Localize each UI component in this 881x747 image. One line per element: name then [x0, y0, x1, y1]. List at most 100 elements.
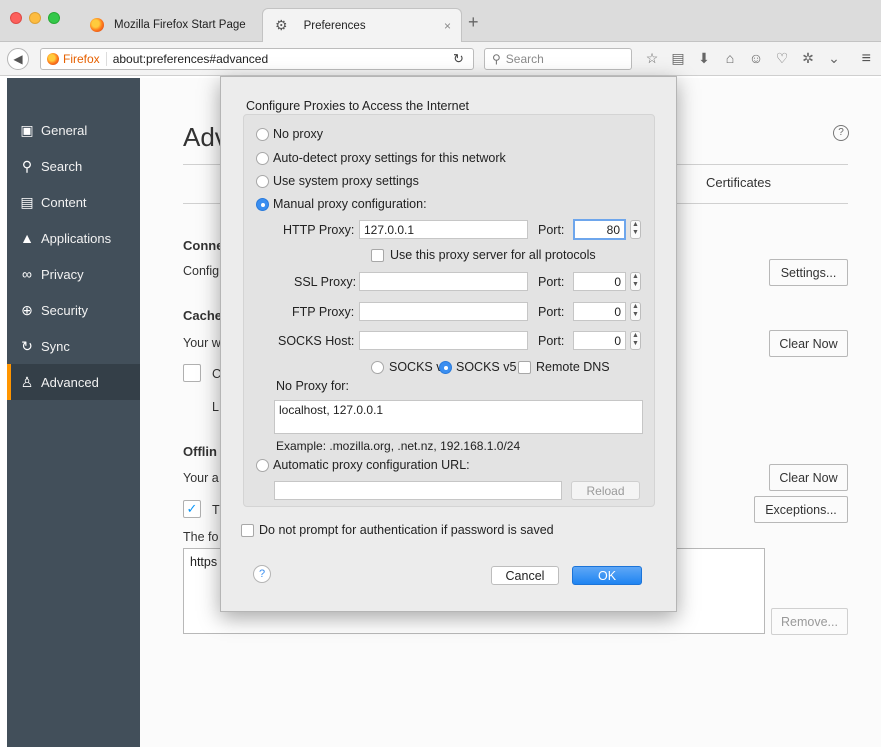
help-icon[interactable]: ? — [833, 125, 849, 141]
ssl-port-stepper[interactable]: ▲ ▼ — [630, 272, 641, 291]
connection-settings-dialog: Configure Proxies to Access the Internet… — [220, 76, 677, 612]
auto-config-url-input[interactable] — [274, 481, 562, 500]
remote-dns-checkbox[interactable] — [518, 361, 531, 374]
auto-config-url-radio[interactable] — [256, 459, 269, 472]
zoom-window-button[interactable] — [48, 12, 60, 24]
cancel-button[interactable]: Cancel — [491, 566, 559, 585]
reload-icon[interactable]: ↻ — [453, 51, 464, 67]
list-item[interactable]: https — [190, 555, 217, 569]
firefox-icon — [47, 53, 59, 65]
http-port-input[interactable]: 80 — [573, 219, 626, 240]
clear-offline-button[interactable]: Clear Now — [769, 464, 848, 491]
ftp-port-stepper[interactable]: ▲ ▼ — [630, 302, 641, 321]
privacy-icon: ∞ — [22, 266, 32, 282]
firefox-icon — [90, 18, 104, 32]
no-proxy-radio[interactable] — [256, 128, 269, 141]
no-proxy-label: No proxy — [273, 127, 324, 141]
no-proxy-for-input[interactable]: localhost, 127.0.0.1 — [274, 400, 643, 434]
ftp-proxy-input[interactable] — [359, 302, 528, 321]
auto-detect-radio[interactable] — [256, 152, 269, 165]
ftp-proxy-label: FTP Proxy: — [292, 305, 355, 319]
socks-v5-label: SOCKS v5 — [456, 360, 517, 374]
download-icon[interactable]: ⬇ — [696, 50, 712, 67]
sidebar-item-content[interactable]: ▤ Content — [7, 184, 140, 220]
tab-preferences[interactable]: ⚙ Preferences × — [262, 8, 462, 42]
tell-me-label: T — [212, 503, 220, 517]
search-icon: ⚲ — [492, 52, 501, 66]
url-text[interactable]: about:preferences#advanced — [113, 52, 268, 66]
sidebar-item-advanced[interactable]: ♙ Advanced — [7, 364, 140, 400]
reload-button[interactable]: Reload — [571, 481, 640, 500]
sidebar-item-general[interactable]: ▣ General — [7, 112, 140, 148]
cache-override-checkbox[interactable] — [183, 364, 201, 382]
tab-start-page[interactable]: Mozilla Firefox Start Page × — [80, 8, 280, 42]
search-placeholder: Search — [505, 52, 544, 66]
bookmark-star-icon[interactable]: ☆ — [644, 50, 660, 67]
tab-certificates[interactable]: Certificates — [706, 175, 771, 190]
toolbar-icons: ☆ ▤ ⬇ ⌂ ☺ ♡ ✲ ⌄ — [644, 50, 842, 67]
no-prompt-checkbox[interactable] — [241, 524, 254, 537]
ftp-port-input[interactable]: 0 — [573, 302, 626, 321]
menu-icon[interactable]: ≡ — [862, 50, 871, 68]
sidebar-item-applications[interactable]: ▲ Applications — [7, 220, 140, 256]
remove-button[interactable]: Remove... — [771, 608, 848, 635]
tab-close-icon[interactable]: × — [444, 19, 451, 33]
cache-limit-label: L — [212, 400, 219, 414]
tell-me-checkbox[interactable]: ✓ — [183, 500, 201, 518]
sidebar-item-label: General — [41, 122, 88, 138]
socks-host-input[interactable] — [359, 331, 528, 350]
back-arrow-icon: ◀ — [13, 52, 23, 66]
identity-label: Firefox — [63, 52, 107, 66]
home-icon[interactable]: ⌂ — [722, 50, 738, 67]
connection-heading: Conne — [183, 238, 224, 253]
title-bar: Mozilla Firefox Start Page × ⚙ Preferenc… — [0, 0, 881, 42]
ssl-proxy-input[interactable] — [359, 272, 528, 291]
hello-icon[interactable]: ☺ — [748, 50, 764, 67]
cache-heading: Cache — [183, 308, 223, 323]
remote-dns-label: Remote DNS — [536, 360, 610, 374]
minimize-window-button[interactable] — [29, 12, 41, 24]
sidebar-item-privacy[interactable]: ∞ Privacy — [7, 256, 140, 292]
no-proxy-example: Example: .mozilla.org, .net.nz, 192.168.… — [276, 439, 521, 453]
close-window-button[interactable] — [10, 12, 22, 24]
http-proxy-input[interactable]: 127.0.0.1 — [359, 220, 528, 239]
ok-button[interactable]: OK — [572, 566, 642, 585]
back-button[interactable]: ◀ — [7, 48, 29, 70]
sidebar-item-security[interactable]: ⊕ Security — [7, 292, 140, 328]
settings-button[interactable]: Settings... — [769, 259, 848, 286]
reading-list-icon[interactable]: ▤ — [670, 50, 686, 67]
sidebar-item-label: Content — [41, 194, 87, 210]
exceptions-button[interactable]: Exceptions... — [754, 496, 848, 523]
socks-port-input[interactable]: 0 — [573, 331, 626, 350]
ssl-proxy-label: SSL Proxy: — [294, 275, 357, 289]
help-button[interactable]: ? — [253, 565, 271, 583]
following-text: The fo — [183, 530, 219, 544]
overflow-icon[interactable]: ⌄ — [826, 50, 842, 67]
socks-v5-radio[interactable] — [439, 361, 452, 374]
socks-host-label: SOCKS Host: — [278, 334, 355, 348]
system-proxy-radio[interactable] — [256, 175, 269, 188]
ssl-port-input[interactable]: 0 — [573, 272, 626, 291]
http-port-stepper[interactable]: ▲ ▼ — [630, 220, 641, 239]
connection-text: Config — [183, 264, 220, 278]
ssl-port-label: Port: — [538, 275, 565, 289]
pocket-icon[interactable]: ♡ — [774, 50, 790, 67]
auto-detect-label: Auto-detect proxy settings for this netw… — [273, 151, 506, 165]
offline-text: Your a — [183, 471, 219, 485]
sidebar-item-label: Security — [41, 302, 88, 318]
extension-icon[interactable]: ✲ — [800, 50, 816, 67]
sidebar-item-sync[interactable]: ↻ Sync — [7, 328, 140, 364]
search-bar[interactable]: ⚲ Search — [484, 48, 632, 70]
sidebar-item-label: Advanced — [41, 374, 99, 390]
advanced-icon: ♙ — [20, 373, 34, 390]
same-proxy-checkbox[interactable] — [371, 249, 384, 262]
security-icon: ⊕ — [21, 301, 33, 318]
clear-cache-button[interactable]: Clear Now — [769, 330, 848, 357]
socks-port-stepper[interactable]: ▲ ▼ — [630, 331, 641, 350]
new-tab-button[interactable]: + — [468, 12, 479, 33]
sidebar-item-search[interactable]: ⚲ Search — [7, 148, 140, 184]
manual-proxy-radio[interactable] — [256, 198, 269, 211]
socks-v4-radio[interactable] — [371, 361, 384, 374]
preferences-sidebar: ▣ General ⚲ Search ▤ Content ▲ Applicati… — [7, 78, 140, 747]
url-bar[interactable]: Firefox about:preferences#advanced — [40, 48, 474, 70]
